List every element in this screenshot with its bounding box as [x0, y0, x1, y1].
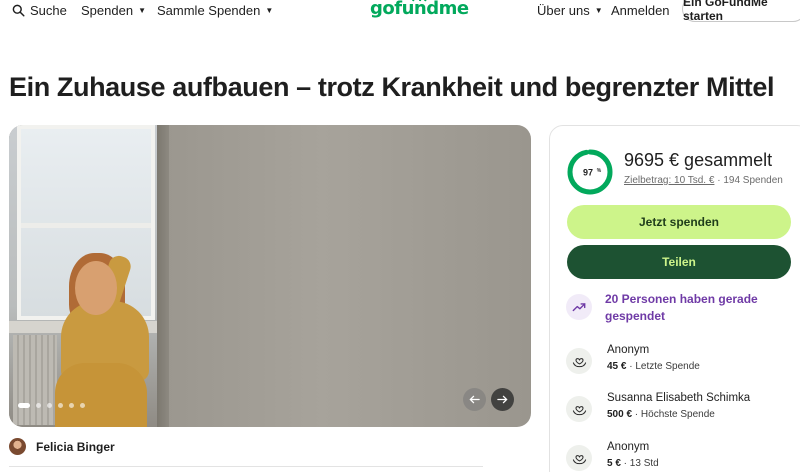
donor-amount: 500 € — [607, 409, 633, 420]
search-icon — [12, 4, 25, 17]
donation-count: 194 Spenden — [723, 175, 783, 186]
progress-ring: 97 % — [567, 149, 613, 195]
heart-hands-icon — [566, 396, 592, 422]
amount-raised: 9695 € gesammelt — [624, 150, 773, 170]
avatar — [9, 438, 26, 455]
login-link[interactable]: Anmelden — [611, 3, 670, 18]
carousel-dot[interactable] — [58, 403, 63, 408]
donate-now-button[interactable]: Jetzt spenden — [567, 205, 791, 239]
carousel-next-button[interactable] — [491, 388, 514, 411]
donor-item: Susanna Elisabeth Schimka 500 € · Höchst… — [566, 392, 796, 426]
donor-amount: 45 € — [607, 361, 627, 372]
chevron-down-icon: ▼ — [594, 5, 603, 15]
chevron-down-icon: ▼ — [138, 5, 146, 15]
donor-note: Höchste Spende — [640, 409, 715, 420]
progress-percent-sign: % — [597, 168, 602, 174]
donor-name: Anonym — [607, 441, 650, 453]
carousel-dot[interactable] — [69, 403, 74, 408]
carousel-indicators — [18, 403, 85, 408]
donate-menu-label: Spenden — [81, 3, 134, 18]
start-gofundme-button[interactable]: Ein GoFundMe starten — [682, 0, 800, 23]
page-title: Ein Zuhause aufbauen – trotz Krankheit u… — [9, 72, 775, 102]
organizer-name: Felicia Binger — [36, 439, 115, 454]
top-navigation: Suche Spenden ▼ Sammle Spenden ▼ gofundm… — [0, 0, 800, 24]
arrow-right-icon — [497, 395, 508, 404]
login-label: Anmelden — [611, 3, 670, 18]
carousel-dot[interactable] — [36, 403, 41, 408]
divider — [9, 466, 483, 467]
gofundme-logo[interactable]: gofundme — [370, 0, 469, 19]
share-button[interactable]: Teilen — [567, 245, 791, 279]
goal-amount[interactable]: Zielbetrag: 10 Tsd. € — [624, 175, 714, 186]
carousel-dot[interactable] — [80, 403, 85, 408]
donate-menu[interactable]: Spenden ▼ — [81, 3, 146, 18]
collect-menu[interactable]: Sammle Spenden ▼ — [157, 3, 273, 18]
donor-item: Anonym 45 € · Letzte Spende — [566, 344, 796, 378]
goal-line: Zielbetrag: 10 Tsd. € · 194 Spenden — [624, 175, 783, 186]
campaign-photo — [9, 125, 531, 427]
about-menu[interactable]: Über uns ▼ — [537, 3, 603, 18]
donor-amount: 5 € — [607, 458, 621, 469]
donor-name: Susanna Elisabeth Schimka — [607, 392, 751, 404]
about-menu-label: Über uns — [537, 3, 590, 18]
donor-note: 13 Std — [629, 458, 659, 469]
arrow-left-icon — [469, 395, 480, 404]
separator-dot: · — [717, 175, 721, 186]
donor-name: Anonym — [607, 344, 650, 356]
donor-meta: 500 € · Höchste Spende — [607, 409, 715, 420]
heart-hands-icon — [566, 348, 592, 374]
carousel-prev-button[interactable] — [463, 388, 486, 411]
donor-item: Anonym 5 € · 13 Std — [566, 441, 796, 472]
trending-up-icon — [566, 294, 592, 320]
carousel-dot[interactable] — [47, 403, 52, 408]
donor-meta: 5 € · 13 Std — [607, 458, 659, 469]
recent-activity-text: 20 Personen haben gerade gespendet — [605, 292, 758, 323]
collect-menu-label: Sammle Spenden — [157, 3, 261, 18]
search-link[interactable]: Suche — [12, 3, 67, 18]
organizer[interactable]: Felicia Binger — [9, 438, 115, 455]
chevron-down-icon: ▼ — [265, 5, 274, 15]
progress-percent: 97 — [583, 168, 593, 178]
search-label: Suche — [30, 3, 67, 18]
donor-note: Letzte Spende — [635, 361, 700, 372]
logo-leaves-icon — [412, 0, 427, 2]
heart-hands-icon — [566, 445, 592, 471]
carousel-dot[interactable] — [18, 403, 30, 408]
donor-meta: 45 € · Letzte Spende — [607, 361, 700, 372]
